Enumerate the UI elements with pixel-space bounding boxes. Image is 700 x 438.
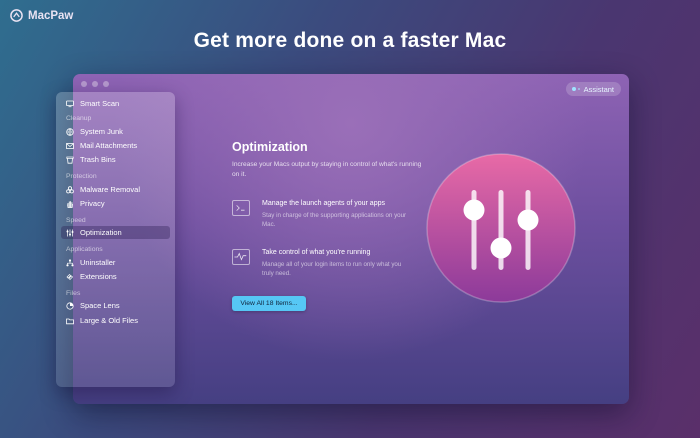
optimization-sliders-icon [426, 153, 576, 303]
sidebar-item-label: Smart Scan [80, 99, 120, 108]
sidebar-heading-cleanup: Cleanup [66, 115, 92, 122]
sidebar-item-label: Privacy [80, 199, 105, 208]
sidebar-item-label: Malware Removal [80, 185, 141, 194]
feature-title: Manage the launch agents of your apps [262, 200, 385, 207]
close-window-button[interactable] [81, 81, 87, 87]
network-icon [66, 258, 74, 267]
sidebar-heading-protection: Protection [66, 173, 97, 180]
feature-text: Stay in charge of the supporting applica… [262, 212, 407, 228]
view-all-items-button[interactable]: View All 18 Items... [232, 296, 306, 311]
launch-agents-icon [232, 200, 250, 216]
sidebar: Smart Scan Cleanup System Junk Mail Atta… [56, 92, 175, 387]
sidebar-item-extensions[interactable]: Extensions [61, 270, 170, 283]
module-description: Increase your Macs output by staying in … [232, 161, 422, 178]
page-headline: Get more done on a faster Mac [193, 29, 507, 52]
sidebar-item-trash-bins[interactable]: Trash Bins [61, 153, 170, 166]
sliders-icon [66, 229, 74, 237]
sidebar-heading-applications: Applications [66, 246, 103, 253]
sidebar-item-label: System Junk [80, 127, 123, 136]
sidebar-heading-speed: Speed [66, 217, 86, 224]
activity-monitor-icon [232, 249, 250, 265]
brand-name: MacPaw [28, 9, 74, 22]
sidebar-item-label: Optimization [80, 228, 122, 237]
feature-text: Manage all of your login items to run on… [262, 261, 402, 277]
assistant-dot-small-icon [577, 88, 580, 90]
sidebar-item-large-old-files[interactable]: Large & Old Files [61, 314, 170, 327]
extensions-icon [66, 273, 74, 281]
sidebar-item-system-junk[interactable]: System Junk [61, 125, 170, 138]
sidebar-item-malware-removal[interactable]: Malware Removal [61, 183, 170, 196]
assistant-label: Assistant [583, 84, 614, 94]
mail-icon [66, 142, 74, 150]
assistant-button[interactable]: Assistant [565, 82, 621, 96]
macpaw-brand: MacPaw [10, 9, 73, 22]
sidebar-item-privacy[interactable]: Privacy [61, 197, 170, 210]
hand-icon [66, 200, 74, 208]
lens-icon [66, 301, 74, 310]
assistant-dot-icon [571, 87, 576, 91]
sidebar-item-label: Mail Attachments [80, 141, 138, 150]
trash-icon [66, 156, 74, 164]
sidebar-item-label: Large & Old Files [80, 316, 138, 325]
folder-icon [66, 317, 74, 325]
sidebar-item-space-lens[interactable]: Space Lens [61, 299, 170, 312]
monitor-icon [66, 100, 74, 108]
sidebar-item-label: Space Lens [80, 301, 120, 310]
macpaw-logo-icon [10, 9, 23, 22]
sidebar-item-mail-attachments[interactable]: Mail Attachments [61, 139, 170, 152]
minimize-window-button[interactable] [92, 81, 98, 87]
globe-icon [66, 127, 74, 136]
sidebar-item-optimization[interactable]: Optimization [61, 226, 170, 239]
window-controls [81, 81, 109, 87]
sidebar-item-label: Uninstaller [80, 258, 116, 267]
sidebar-heading-files: Files [66, 290, 81, 297]
sidebar-item-smart-scan[interactable]: Smart Scan [61, 97, 170, 110]
sidebar-item-uninstaller[interactable]: Uninstaller [61, 256, 170, 269]
feature-title: Take control of what you're running [262, 249, 371, 256]
zoom-window-button[interactable] [103, 81, 109, 87]
sidebar-item-label: Trash Bins [80, 155, 116, 164]
biohazard-icon [66, 185, 74, 194]
sidebar-item-label: Extensions [80, 272, 117, 281]
module-title: Optimization [232, 140, 308, 154]
